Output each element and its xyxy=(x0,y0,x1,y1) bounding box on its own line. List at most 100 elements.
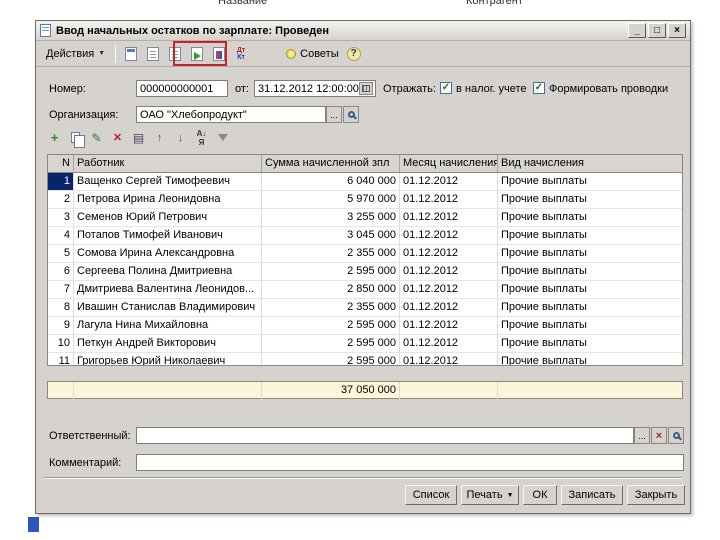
cell-employee[interactable]: Дмитриева Валентина Леонидов... xyxy=(74,281,262,299)
cell-row-number[interactable]: 9 xyxy=(48,317,74,335)
cell-employee[interactable]: Сомова Ирина Александровна xyxy=(74,245,262,263)
cell-accrual-kind[interactable]: Прочие выплаты xyxy=(498,335,682,353)
cell-amount[interactable]: 2 595 000 xyxy=(262,335,400,353)
table-row[interactable]: 1 Ващенко Сергей Тимофеевич 6 040 000 01.12… xyxy=(48,173,682,191)
cell-amount[interactable]: 2 595 000 xyxy=(262,263,400,281)
dtkt-button[interactable]: Дт Кт xyxy=(230,43,252,65)
cell-amount[interactable]: 2 850 000 xyxy=(262,281,400,299)
organization-search-button[interactable] xyxy=(343,106,359,123)
cell-row-number[interactable]: 11 xyxy=(48,353,74,365)
cell-accrual-kind[interactable]: Прочие выплаты xyxy=(498,245,682,263)
cell-month[interactable]: 01.12.2012 xyxy=(400,335,498,353)
cell-employee[interactable]: Семенов Юрий Петрович xyxy=(74,209,262,227)
cell-accrual-kind[interactable]: Прочие выплаты xyxy=(498,227,682,245)
filter-button[interactable] xyxy=(213,129,232,146)
comment-input[interactable] xyxy=(136,454,684,471)
structure-button[interactable] xyxy=(142,43,164,65)
column-header-kind[interactable]: Вид начисления xyxy=(498,155,682,173)
cell-row-number[interactable]: 8 xyxy=(48,299,74,317)
fill-button[interactable] xyxy=(164,43,186,65)
list-button[interactable]: Список xyxy=(405,485,457,505)
cell-employee[interactable]: Сергеева Полина Дмитриевна xyxy=(74,263,262,281)
responsible-input[interactable] xyxy=(136,427,634,444)
cell-accrual-kind[interactable]: Прочие выплаты xyxy=(498,209,682,227)
cell-amount[interactable]: 2 355 000 xyxy=(262,245,400,263)
save-button[interactable]: Записать xyxy=(561,485,623,505)
responsible-select-button[interactable]: ... xyxy=(634,427,650,444)
post-document-button[interactable] xyxy=(186,43,208,65)
cell-month[interactable]: 01.12.2012 xyxy=(400,191,498,209)
copy-row-button[interactable] xyxy=(66,129,85,148)
table-row[interactable]: 10 Петкун Андрей Викторович 2 595 000 01.12… xyxy=(48,335,682,353)
cell-row-number[interactable]: 5 xyxy=(48,245,74,263)
cell-month[interactable]: 01.12.2012 xyxy=(400,317,498,335)
cell-month[interactable]: 01.12.2012 xyxy=(400,353,498,365)
cell-employee[interactable]: Петрова Ирина Леонидовна xyxy=(74,191,262,209)
column-header-n[interactable]: N xyxy=(48,155,74,173)
minimize-button[interactable]: _ xyxy=(628,23,646,38)
cell-row-number[interactable]: 10 xyxy=(48,335,74,353)
table-row[interactable]: 5 Сомова Ирина Александровна 2 355 000 01.1… xyxy=(48,245,682,263)
cell-accrual-kind[interactable]: Прочие выплаты xyxy=(498,173,682,191)
table-row[interactable]: 8 Ивашин Станислав Владимирович 2 355 000 0… xyxy=(48,299,682,317)
add-row-button[interactable]: + xyxy=(45,129,64,146)
table-row[interactable]: 2 Петрова Ирина Леонидовна 5 970 000 01.12.… xyxy=(48,191,682,209)
cell-row-number[interactable]: 2 xyxy=(48,191,74,209)
cell-month[interactable]: 01.12.2012 xyxy=(400,245,498,263)
delete-row-button[interactable]: ✕ xyxy=(108,129,127,146)
actions-menu-button[interactable]: Действия ▼ xyxy=(40,43,111,65)
table-row[interactable]: 11 Григорьев Юрий Николаевич 2 595 000 01.1… xyxy=(48,353,682,365)
responsible-search-button[interactable] xyxy=(668,427,684,444)
table-row[interactable]: 9 Лагула Нина Михайловна 2 595 000 01.12.20… xyxy=(48,317,682,335)
cell-row-number[interactable]: 6 xyxy=(48,263,74,281)
ok-button[interactable]: ОК xyxy=(523,485,557,505)
help-button[interactable]: ? xyxy=(345,45,363,63)
number-input[interactable]: 000000000001 xyxy=(136,80,228,97)
cell-amount[interactable]: 2 595 000 xyxy=(262,317,400,335)
cell-month[interactable]: 01.12.2012 xyxy=(400,227,498,245)
date-input[interactable]: 31.12.2012 12:00:00 xyxy=(254,80,376,97)
table-row[interactable]: 4 Потапов Тимофей Иванович 3 045 000 01.12.… xyxy=(48,227,682,245)
maximize-button[interactable]: □ xyxy=(648,23,666,38)
cell-row-number[interactable]: 3 xyxy=(48,209,74,227)
print-button[interactable]: Печать ▼ xyxy=(461,485,519,505)
sort-button[interactable]: А↓ Я xyxy=(192,129,211,147)
calendar-button[interactable] xyxy=(358,82,373,95)
document-movements-button[interactable] xyxy=(208,43,230,65)
cell-row-number[interactable]: 1 xyxy=(48,173,74,191)
cell-amount[interactable]: 3 045 000 xyxy=(262,227,400,245)
cell-accrual-kind[interactable]: Прочие выплаты xyxy=(498,317,682,335)
move-down-button[interactable]: ↓ xyxy=(171,129,190,146)
title-bar[interactable]: Ввод начальных остатков по зарплате: Про… xyxy=(36,21,690,41)
cell-month[interactable]: 01.12.2012 xyxy=(400,281,498,299)
refresh-button[interactable] xyxy=(120,43,142,65)
organization-input[interactable]: ОАО "Хлебопродукт" xyxy=(136,106,326,123)
cell-row-number[interactable]: 4 xyxy=(48,227,74,245)
cell-row-number[interactable]: 7 xyxy=(48,281,74,299)
cell-amount[interactable]: 6 040 000 xyxy=(262,173,400,191)
close-window-button[interactable]: Закрыть xyxy=(627,485,685,505)
table-row[interactable]: 7 Дмитриева Валентина Леонидов... 2 850 00… xyxy=(48,281,682,299)
cell-amount[interactable]: 5 970 000 xyxy=(262,191,400,209)
cell-employee[interactable]: Петкун Андрей Викторович xyxy=(74,335,262,353)
move-up-button[interactable]: ↑ xyxy=(150,129,169,146)
responsible-clear-button[interactable] xyxy=(651,427,667,444)
tips-button[interactable]: Советы xyxy=(280,43,344,65)
cell-employee[interactable]: Григорьев Юрий Николаевич xyxy=(74,353,262,365)
tax-accounting-checkbox[interactable] xyxy=(440,82,452,94)
cell-employee[interactable]: Лагула Нина Михайловна xyxy=(74,317,262,335)
cell-amount[interactable]: 2 355 000 xyxy=(262,299,400,317)
cell-employee[interactable]: Ващенко Сергей Тимофеевич xyxy=(74,173,262,191)
column-header-employee[interactable]: Работник xyxy=(74,155,262,173)
cell-accrual-kind[interactable]: Прочие выплаты xyxy=(498,299,682,317)
table-row[interactable]: 3 Семенов Юрий Петрович 3 255 000 01.12.201… xyxy=(48,209,682,227)
list-settings-button[interactable]: ▤ xyxy=(129,129,148,146)
organization-select-button[interactable]: ... xyxy=(326,106,342,123)
close-button[interactable]: × xyxy=(668,23,686,38)
cell-employee[interactable]: Ивашин Станислав Владимирович xyxy=(74,299,262,317)
column-header-amount[interactable]: Сумма начисленной зпл xyxy=(262,155,400,173)
cell-accrual-kind[interactable]: Прочие выплаты xyxy=(498,353,682,365)
edit-row-button[interactable]: ✎ xyxy=(87,129,106,146)
column-header-month[interactable]: Месяц начисления xyxy=(400,155,498,173)
cell-amount[interactable]: 3 255 000 xyxy=(262,209,400,227)
